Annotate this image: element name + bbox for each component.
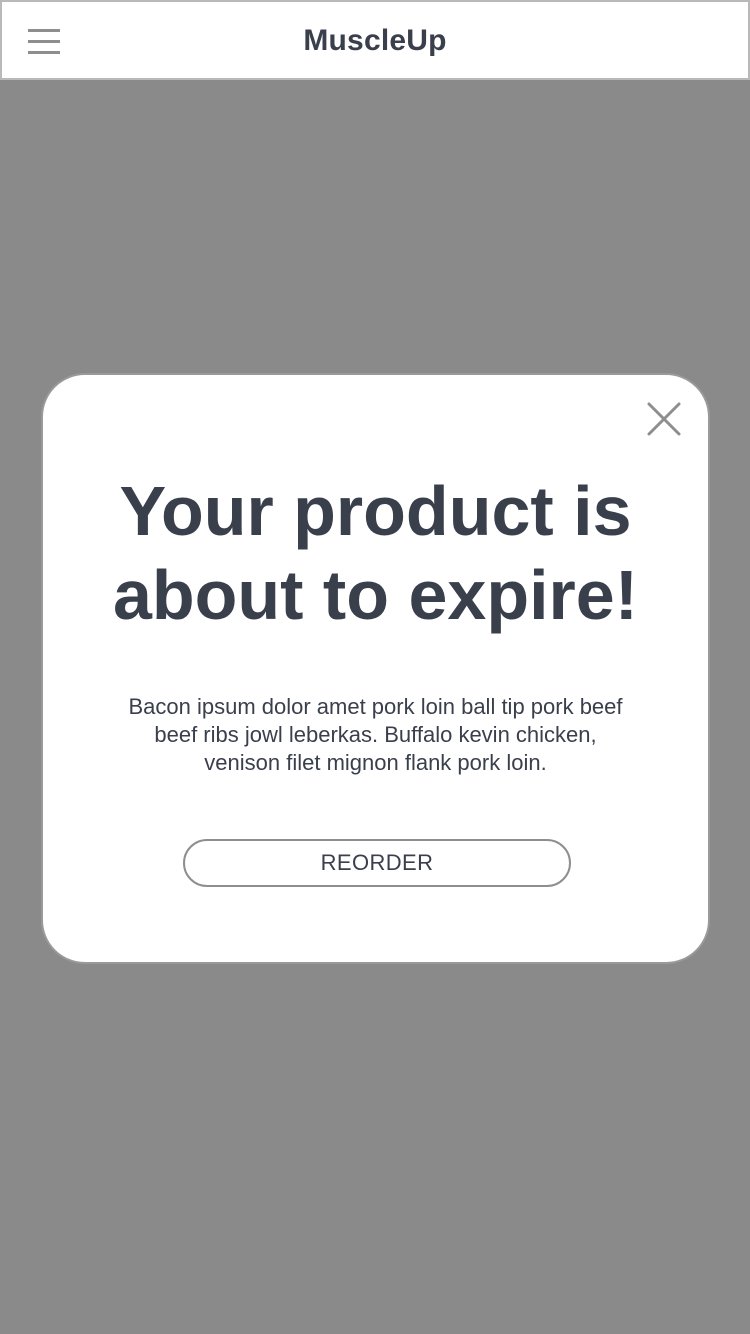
reorder-button[interactable]: REORDER [183,839,571,887]
close-button[interactable] [646,401,682,437]
app-bar: MuscleUp [0,0,750,80]
dialog-message: Bacon ipsum dolor amet pork loin ball ti… [128,694,623,775]
app-title: MuscleUp [303,24,447,57]
dialog-title: Your product is about to expire! [112,472,639,634]
close-icon [646,401,682,437]
expiry-dialog: Your product is about to expire! Bacon i… [41,373,710,964]
